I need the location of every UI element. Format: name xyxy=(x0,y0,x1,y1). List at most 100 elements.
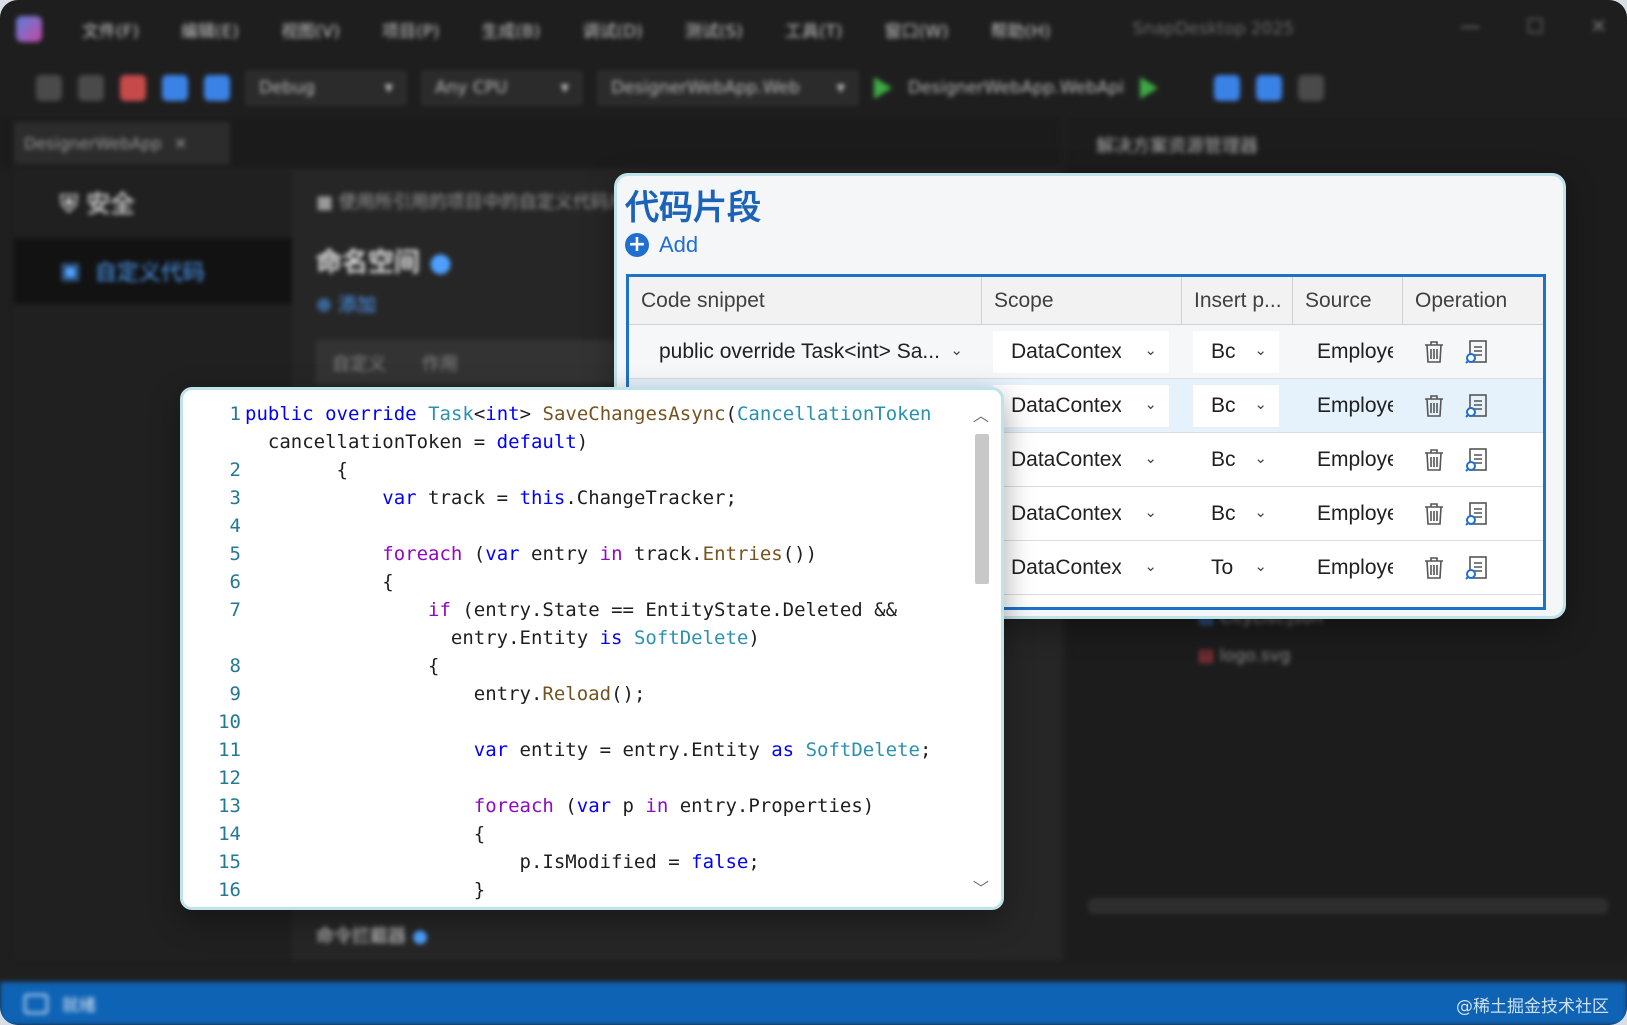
code-line: 13 foreach (var p in entry.Properties) xyxy=(183,792,968,820)
menu-help[interactable]: 帮助(H) xyxy=(991,17,1051,42)
file-item-logo[interactable]: ▤ logo.svg xyxy=(1198,646,1291,666)
horizontal-scrollbar[interactable] xyxy=(1088,898,1608,914)
minimize-icon[interactable]: — xyxy=(1460,14,1480,38)
code-line: 12 xyxy=(183,764,968,792)
code-line: 11 var entity = entry.Entity as SoftDele… xyxy=(183,736,968,764)
namespace-col-custom: 自定义 xyxy=(332,354,386,375)
vertical-scrollbar[interactable]: ︿ ﹀ xyxy=(971,398,993,903)
output-icon[interactable] xyxy=(24,993,48,1014)
scope-select[interactable]: DataContext ⌄ xyxy=(993,331,1169,373)
save-all-icon[interactable] xyxy=(204,75,230,101)
delete-icon[interactable] xyxy=(1421,339,1447,365)
line-number: 15 xyxy=(218,851,241,873)
code-line: 4 xyxy=(183,512,968,540)
close-icon[interactable]: ✕ xyxy=(1590,14,1607,38)
edit-snippet-icon[interactable] xyxy=(1463,554,1491,582)
insert-position-select[interactable]: Bc ⌄ xyxy=(1193,439,1279,481)
menu-file[interactable]: 文件(F) xyxy=(82,17,139,42)
column-header-scope[interactable]: Scope xyxy=(982,277,1182,325)
delete-icon[interactable] xyxy=(1421,393,1447,419)
code-text: public override Task<int> SaveChangesAsy… xyxy=(245,403,932,425)
insert-position-select[interactable]: Bc ⌄ xyxy=(1193,493,1279,535)
maximize-icon[interactable]: ☐ xyxy=(1526,14,1544,38)
info-icon[interactable]: ● xyxy=(412,926,428,947)
delete-icon[interactable] xyxy=(1421,447,1447,473)
scope-select[interactable]: DataContext ⌄ xyxy=(993,493,1169,535)
insert-position-select[interactable]: Bc ⌄ xyxy=(1193,385,1279,427)
source-value: Employee xyxy=(1317,556,1393,579)
menu-edit[interactable]: 编辑(E) xyxy=(181,17,239,42)
chevron-up-icon[interactable]: ︿ xyxy=(973,402,989,426)
start-icon[interactable] xyxy=(874,77,892,99)
code-line: 5 foreach (var entry in track.Entries()) xyxy=(183,540,968,568)
scope-select[interactable]: DataContext ⌄ xyxy=(993,547,1169,589)
line-number: 4 xyxy=(229,515,241,537)
start-without-debug-icon[interactable] xyxy=(1140,77,1159,99)
info-icon[interactable]: ● xyxy=(429,248,452,278)
column-header-source[interactable]: Source xyxy=(1293,277,1403,325)
insert-position-select[interactable]: Bc ⌄ xyxy=(1193,331,1279,373)
plus-circle-icon: ⊕ xyxy=(316,294,338,316)
delete-icon[interactable] xyxy=(1421,501,1447,527)
namespace-add-button[interactable]: ⊕ 添加 xyxy=(316,290,376,317)
project-select[interactable]: DesignerWebApp.Web ▾ xyxy=(598,71,858,105)
chevron-down-icon: ⌄ xyxy=(1254,450,1267,467)
code-line: 6 { xyxy=(183,568,968,596)
delete-icon[interactable] xyxy=(1421,555,1447,581)
add-snippet-button[interactable]: + Add xyxy=(625,232,698,258)
chevron-down-icon: ⌄ xyxy=(1254,342,1267,359)
status-text: 就绪 xyxy=(62,996,96,1016)
snippet-select[interactable]: public override Task<int> Sa... ⌄ xyxy=(629,331,979,373)
new-file-icon[interactable] xyxy=(120,75,146,101)
menu-project[interactable]: 项目(P) xyxy=(382,17,440,42)
edit-snippet-icon[interactable] xyxy=(1463,392,1491,420)
table-row[interactable]: public override Task<int> Sa... ⌄ DataCo… xyxy=(629,325,1543,379)
chevron-down-icon: ⌄ xyxy=(1144,504,1157,521)
menu-window[interactable]: 窗口(W) xyxy=(885,17,949,42)
source-value: Employee xyxy=(1317,340,1393,363)
resize-grip-icon[interactable]: ﹀ xyxy=(973,875,989,899)
line-number: 1 xyxy=(229,403,241,425)
edit-snippet-icon[interactable] xyxy=(1463,338,1491,366)
menu-tools[interactable]: 工具(T) xyxy=(785,17,843,42)
forward-icon[interactable] xyxy=(78,75,104,101)
chevron-down-icon: ⌄ xyxy=(1254,558,1267,575)
insert-position-select[interactable]: To ⌄ xyxy=(1193,547,1279,589)
scrollbar-thumb[interactable] xyxy=(975,434,989,584)
hammer-icon[interactable] xyxy=(1214,75,1241,101)
nav-item-label: 自定义代码 xyxy=(94,261,205,286)
checkbox-icon[interactable]: ■ xyxy=(316,192,339,213)
platform-value: Any CPU xyxy=(435,78,508,98)
tools-icon[interactable] xyxy=(1256,75,1283,101)
back-icon[interactable] xyxy=(36,75,62,101)
code-line: 16 } xyxy=(183,876,968,904)
toolbar: Debug ▾ Any CPU ▾ DesignerWebApp.Web ▾ Desi… xyxy=(0,58,1627,118)
line-number: 9 xyxy=(229,683,241,705)
save-icon[interactable] xyxy=(162,75,188,101)
column-header-code-snippet[interactable]: Code snippet xyxy=(629,277,982,325)
config-select[interactable]: Debug ▾ xyxy=(246,71,406,105)
nav-item-custom-code[interactable]: ▣ 自定义代码 xyxy=(14,238,292,304)
edit-snippet-icon[interactable] xyxy=(1463,500,1491,528)
chevron-down-icon: ▾ xyxy=(560,78,569,98)
scope-select[interactable]: DataContext ⌄ xyxy=(993,385,1169,427)
edit-snippet-icon[interactable] xyxy=(1463,446,1491,474)
title-search[interactable]: SnapDesktop 2025 xyxy=(1133,19,1295,39)
doc-tab-designer[interactable]: DesignerWebApp ✕ xyxy=(14,122,230,164)
interceptor-heading-label: 命令拦截器 xyxy=(316,926,406,947)
menu-build[interactable]: 生成(B) xyxy=(482,17,541,42)
menu-debug[interactable]: 调试(D) xyxy=(582,17,642,42)
scope-value: DataContext xyxy=(1011,394,1121,417)
panel-title: 代码片段 xyxy=(625,188,761,228)
code-lines[interactable]: 1 public override Task<int> SaveChangesAs… xyxy=(183,400,968,904)
code-line: 15 p.IsModified = false; xyxy=(183,848,968,876)
close-icon[interactable]: ✕ xyxy=(174,134,187,153)
snippet-code-editor[interactable]: 1 public override Task<int> SaveChangesAs… xyxy=(180,387,1004,910)
menu-test[interactable]: 测试(S) xyxy=(685,17,743,42)
column-header-insert-position[interactable]: Insert p... xyxy=(1182,277,1293,325)
platform-select[interactable]: Any CPU ▾ xyxy=(422,71,582,105)
line-number: 2 xyxy=(229,459,241,481)
start-target[interactable]: DesignerWebApp.WebApi xyxy=(908,78,1124,98)
scope-select[interactable]: DataContext ⌄ xyxy=(993,439,1169,481)
menu-view[interactable]: 视图(V) xyxy=(281,17,340,42)
